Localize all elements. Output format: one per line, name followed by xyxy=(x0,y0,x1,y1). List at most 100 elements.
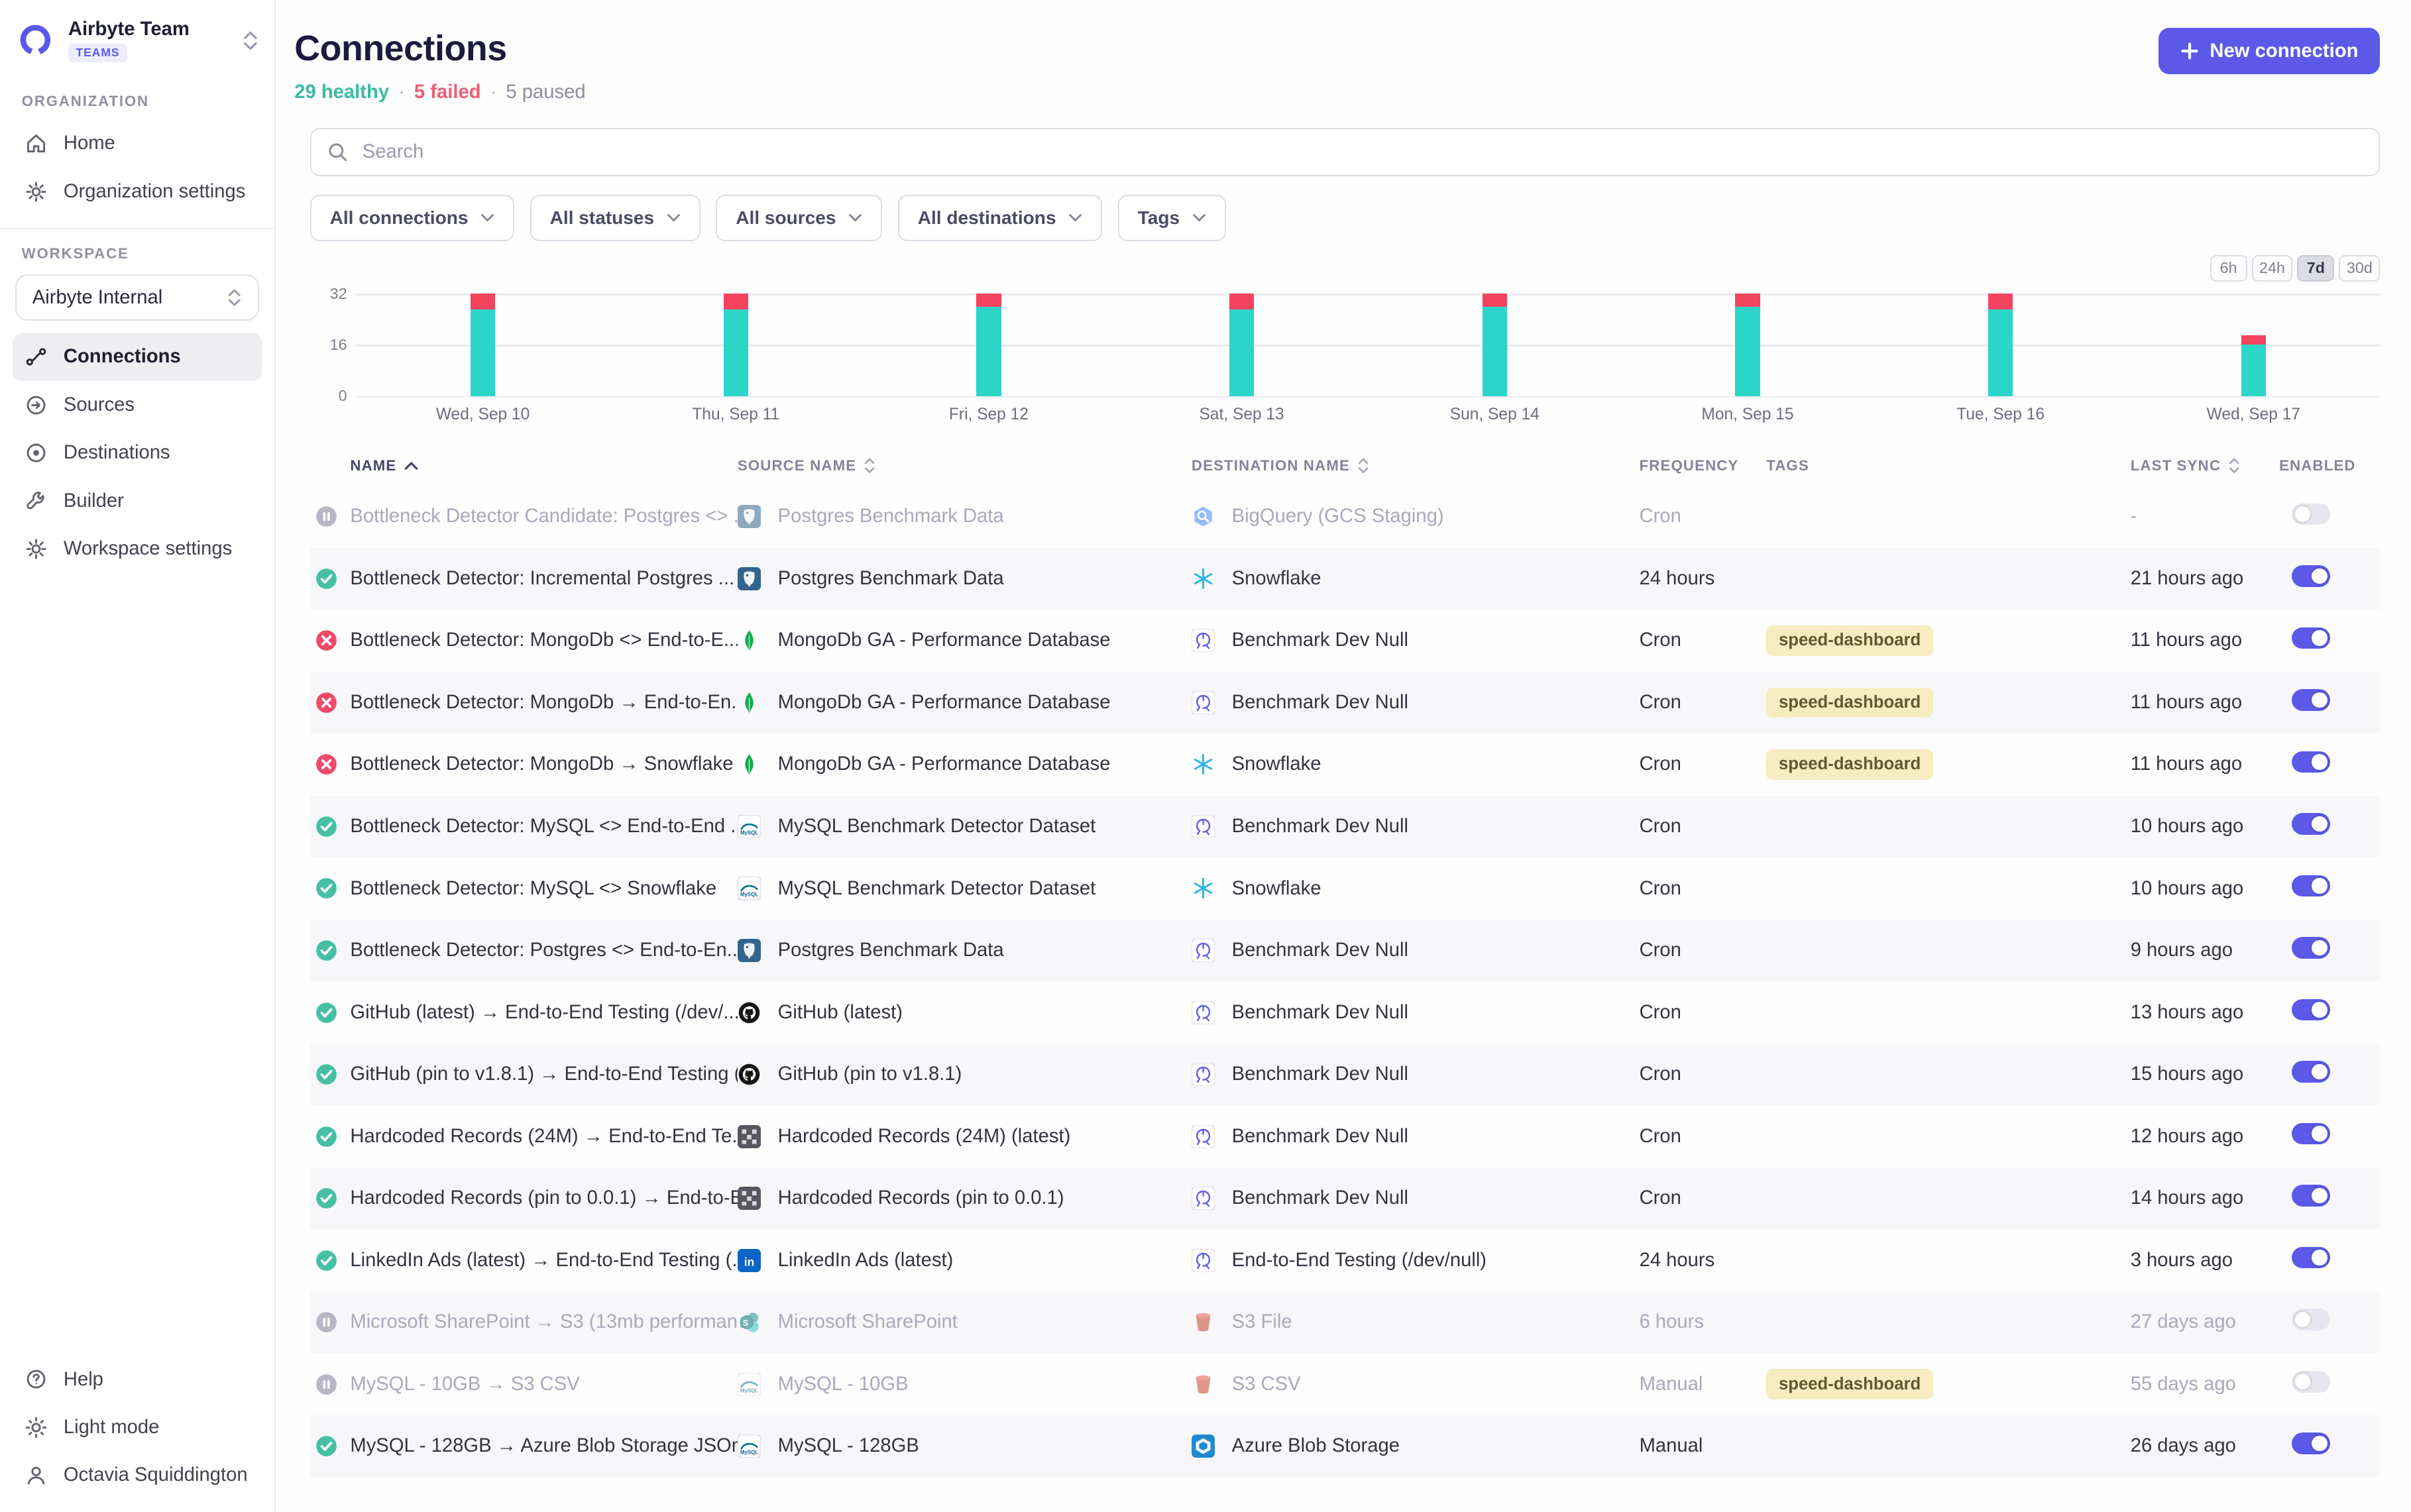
table-row[interactable]: GitHub (pin to v1.8.1) → End-to-End Test… xyxy=(310,1044,2381,1106)
healthy-count: 29 healthy xyxy=(294,81,389,103)
sidebar-item-sources[interactable]: Sources xyxy=(13,381,262,429)
enabled-toggle[interactable] xyxy=(2292,937,2330,959)
filter-tags[interactable]: Tags xyxy=(1118,195,1226,241)
last-sync: 21 hours ago xyxy=(2131,568,2279,590)
table-row[interactable]: MySQL - 10GB → S3 CSV MySQL MySQL - 10GB… xyxy=(310,1353,2381,1415)
frequency: Cron xyxy=(1640,1126,1767,1148)
sidebar-item-home[interactable]: Home xyxy=(13,119,262,167)
table-row[interactable]: Bottleneck Detector: Postgres <> End-to-… xyxy=(310,920,2381,982)
destination-name: Azure Blob Storage xyxy=(1232,1435,1400,1457)
plus-icon xyxy=(2180,42,2199,60)
column-header-source-name[interactable]: SOURCE NAME xyxy=(738,457,1192,474)
frequency: Cron xyxy=(1640,816,1767,837)
svg-text:S: S xyxy=(743,1318,748,1328)
table-row[interactable]: Bottleneck Detector: MongoDb → End-to-En… xyxy=(310,672,2381,734)
time-range-selector: 6h 24h 7d 30d xyxy=(310,255,2381,282)
frequency: 24 hours xyxy=(1640,1250,1767,1271)
enabled-toggle[interactable] xyxy=(2292,504,2330,525)
table-row[interactable]: Bottleneck Detector: MongoDb → Snowflake… xyxy=(310,733,2381,796)
filter-all-statuses[interactable]: All statuses xyxy=(530,195,701,241)
table-row[interactable]: Microsoft SharePoint → S3 (13mb performa… xyxy=(310,1291,2381,1354)
filter-bar: All connections All statuses All sources… xyxy=(310,195,2381,241)
enabled-toggle[interactable] xyxy=(2292,1185,2330,1207)
destination-name: Benchmark Dev Null xyxy=(1232,1126,1408,1148)
enabled-toggle[interactable] xyxy=(2292,1061,2330,1083)
table-row[interactable]: MySQL - 128GB → Azure Blob Storage JSOn … xyxy=(310,1415,2381,1478)
table-row[interactable]: Bottleneck Detector: MongoDb <> End-to-E… xyxy=(310,610,2381,672)
team-badge: TEAMS xyxy=(68,44,127,62)
sidebar-footer: Help Light mode Octavia Squiddington xyxy=(13,1356,262,1499)
sidebar-item-builder[interactable]: Builder xyxy=(13,477,262,525)
enabled-toggle[interactable] xyxy=(2292,875,2330,897)
table-row[interactable]: Bottleneck Detector: MySQL <> Snowflake … xyxy=(310,857,2381,920)
frequency: Cron xyxy=(1640,753,1767,775)
frequency: Cron xyxy=(1640,1187,1767,1209)
filter-all-connections[interactable]: All connections xyxy=(310,195,515,241)
filter-all-destinations[interactable]: All destinations xyxy=(898,195,1103,241)
bigquery-icon xyxy=(1192,505,1215,528)
enabled-toggle[interactable] xyxy=(2292,1371,2330,1393)
enabled-toggle[interactable] xyxy=(2292,1309,2330,1330)
enabled-toggle[interactable] xyxy=(2292,1123,2330,1145)
sidebar-item-light-mode[interactable]: Light mode xyxy=(13,1403,262,1451)
enabled-toggle[interactable] xyxy=(2292,1432,2330,1454)
source-name: MongoDb GA - Performance Database xyxy=(778,692,1111,714)
enabled-toggle[interactable] xyxy=(2292,627,2330,649)
y-axis-label: 0 xyxy=(339,388,347,404)
sidebar-item-connections[interactable]: Connections xyxy=(13,333,262,381)
chart-bar xyxy=(471,294,495,396)
mongodb-icon xyxy=(738,629,761,652)
enabled-toggle[interactable] xyxy=(2292,999,2330,1021)
sidebar-item-user[interactable]: Octavia Squiddington xyxy=(13,1452,262,1499)
mysql-icon: MySQL xyxy=(738,1373,761,1396)
column-header-destination-name[interactable]: DESTINATION NAME xyxy=(1192,457,1640,474)
mongodb-icon xyxy=(738,691,761,714)
snowflake-icon xyxy=(1192,753,1215,776)
enabled-toggle[interactable] xyxy=(2292,813,2330,835)
enabled-toggle[interactable] xyxy=(2292,689,2330,711)
range-option-30d[interactable]: 30d xyxy=(2339,255,2380,282)
range-option-24h[interactable]: 24h xyxy=(2252,255,2293,282)
team-switcher[interactable]: Airbyte Team TEAMS xyxy=(13,15,262,78)
sidebar-item-label: Workspace settings xyxy=(64,538,232,560)
last-sync: 27 days ago xyxy=(2131,1311,2279,1333)
destination-name: S3 CSV xyxy=(1232,1374,1301,1395)
enabled-toggle[interactable] xyxy=(2292,565,2330,587)
sidebar-item-destinations[interactable]: Destinations xyxy=(13,429,262,477)
source-name: LinkedIn Ads (latest) xyxy=(778,1250,954,1271)
table-row[interactable]: Bottleneck Detector: Incremental Postgre… xyxy=(310,548,2381,610)
sidebar-item-label: Home xyxy=(64,133,115,154)
connection-name: MySQL - 10GB → S3 CSV xyxy=(350,1374,738,1395)
range-option-7d[interactable]: 7d xyxy=(2297,255,2334,282)
enabled-toggle[interactable] xyxy=(2292,1247,2330,1269)
column-header-name[interactable]: NAME xyxy=(350,457,738,474)
source-name: MySQL Benchmark Detector Dataset xyxy=(778,816,1096,837)
destination-cell: S3 CSV xyxy=(1192,1373,1640,1396)
filter-all-sources[interactable]: All sources xyxy=(716,195,882,241)
table-row[interactable]: GitHub (latest) → End-to-End Testing (/d… xyxy=(310,981,2381,1044)
table-row[interactable]: Hardcoded Records (24M) → End-to-End Te.… xyxy=(310,1105,2381,1167)
last-sync: 13 hours ago xyxy=(2131,1002,2279,1024)
workspace-selector[interactable]: Airbyte Internal xyxy=(15,274,258,321)
table-row[interactable]: LinkedIn Ads (latest) → End-to-End Testi… xyxy=(310,1229,2381,1291)
last-sync: 14 hours ago xyxy=(2131,1187,2279,1209)
search-input[interactable] xyxy=(363,141,2363,163)
connection-name: Bottleneck Detector: Postgres <> End-to-… xyxy=(350,940,738,961)
table-row[interactable]: Hardcoded Records (pin to 0.0.1) → End-t… xyxy=(310,1167,2381,1230)
sidebar-item-organization-settings[interactable]: Organization settings xyxy=(13,168,262,215)
source-name: MongoDb GA - Performance Database xyxy=(778,753,1111,775)
sidebar-item-help[interactable]: Help xyxy=(13,1356,262,1403)
table-row[interactable]: Bottleneck Detector: MySQL <> End-to-End… xyxy=(310,796,2381,858)
new-connection-button[interactable]: New connection xyxy=(2159,28,2380,74)
svg-text:MySQL: MySQL xyxy=(740,1449,758,1455)
enabled-toggle[interactable] xyxy=(2292,751,2330,773)
source-name: Postgres Benchmark Data xyxy=(778,940,1004,961)
range-option-6h[interactable]: 6h xyxy=(2210,255,2247,282)
connection-name: Bottleneck Detector: Incremental Postgre… xyxy=(350,568,738,590)
table-row[interactable]: Bottleneck Detector Candidate: Postgres … xyxy=(310,486,2381,548)
column-header-last-sync[interactable]: LAST SYNC xyxy=(2131,457,2279,474)
gridline xyxy=(357,396,2380,398)
sidebar-item-workspace-settings[interactable]: Workspace settings xyxy=(13,525,262,572)
tag-badge: speed-dashboard xyxy=(1766,688,1933,718)
last-sync: 55 days ago xyxy=(2131,1374,2279,1395)
